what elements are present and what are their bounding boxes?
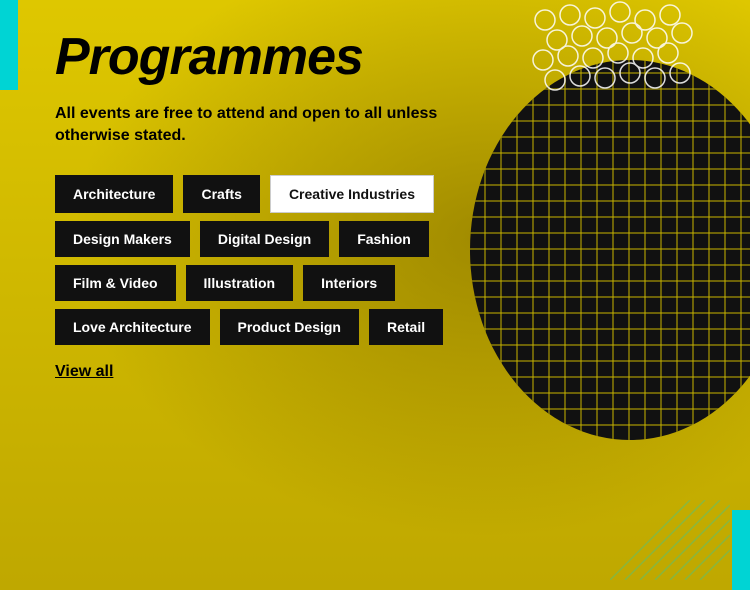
- tags-row-2: Design Makers Digital Design Fashion: [55, 221, 710, 257]
- tags-row-1: Architecture Crafts Creative Industries: [55, 175, 710, 213]
- tags-row-4: Love Architecture Product Design Retail: [55, 309, 710, 345]
- cyan-bar-top: [0, 0, 18, 90]
- view-all-button[interactable]: View all: [55, 363, 113, 381]
- tag-interiors[interactable]: Interiors: [303, 265, 395, 301]
- tag-crafts[interactable]: Crafts: [183, 175, 259, 213]
- tags-row-3: Film & Video Illustration Interiors: [55, 265, 710, 301]
- tag-retail[interactable]: Retail: [369, 309, 443, 345]
- tag-love-architecture[interactable]: Love Architecture: [55, 309, 210, 345]
- tag-architecture[interactable]: Architecture: [55, 175, 173, 213]
- tag-creative-industries[interactable]: Creative Industries: [270, 175, 434, 213]
- tag-film-video[interactable]: Film & Video: [55, 265, 176, 301]
- page-title: Programmes: [55, 30, 710, 85]
- cyan-bar-bottom-right: [732, 510, 750, 590]
- page-wrapper: Programmes All events are free to attend…: [0, 0, 750, 590]
- tag-product-design[interactable]: Product Design: [220, 309, 359, 345]
- tag-illustration[interactable]: Illustration: [186, 265, 294, 301]
- tags-grid: Architecture Crafts Creative Industries …: [55, 175, 710, 345]
- page-subtitle: All events are free to attend and open t…: [55, 103, 475, 148]
- main-content: Programmes All events are free to attend…: [0, 0, 750, 590]
- tag-fashion[interactable]: Fashion: [339, 221, 429, 257]
- tag-design-makers[interactable]: Design Makers: [55, 221, 190, 257]
- tag-digital-design[interactable]: Digital Design: [200, 221, 329, 257]
